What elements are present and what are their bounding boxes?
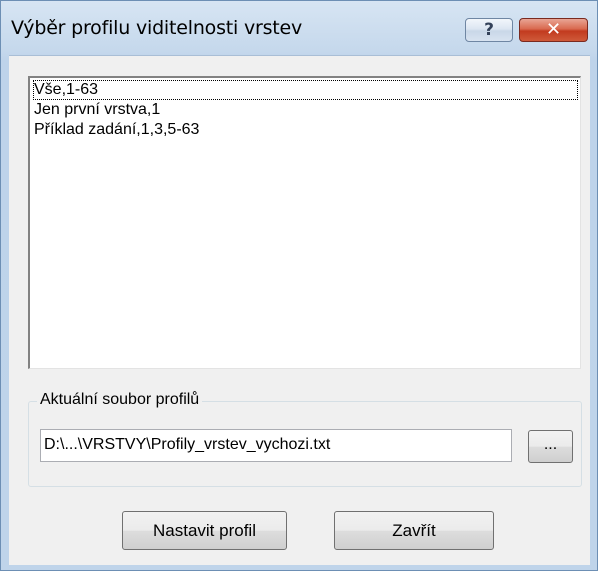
list-item-profile-example[interactable]: Příklad zadání,1,3,5-63 [33, 120, 200, 140]
list-item-profile-first-layer[interactable]: Jen první vrstva,1 [33, 100, 161, 120]
close-button[interactable]: Zavřít [334, 511, 494, 550]
browse-button[interactable]: ... [528, 430, 573, 463]
profile-file-group-label: Aktuální soubor profilů [37, 390, 203, 410]
set-profile-button[interactable]: Nastavit profil [122, 511, 287, 550]
window-title: Výběr profilu viditelnosti vrstev [11, 17, 303, 39]
profile-file-path-input[interactable]: D:\...\VRSTVY\Profily_vrstev_vychozi.txt [40, 429, 512, 462]
list-item-profile-all[interactable]: Vše,1-63 [33, 80, 578, 100]
profile-dialog-window: Výběr profilu viditelnosti vrstev ? ✕ Vš… [0, 0, 598, 571]
close-window-button[interactable]: ✕ [519, 18, 588, 42]
profile-file-group: Aktuální soubor profilů D:\...\VRSTVY\Pr… [28, 390, 582, 487]
help-button[interactable]: ? [465, 18, 513, 42]
help-icon: ? [484, 20, 494, 40]
profile-listbox[interactable]: Vše,1-63 Jen první vrstva,1 Příklad zadá… [28, 76, 581, 369]
title-bar[interactable]: Výběr profilu viditelnosti vrstev ? ✕ [1, 1, 597, 55]
dialog-client-area: Vše,1-63 Jen první vrstva,1 Příklad zadá… [9, 55, 590, 565]
close-icon: ✕ [545, 19, 562, 40]
